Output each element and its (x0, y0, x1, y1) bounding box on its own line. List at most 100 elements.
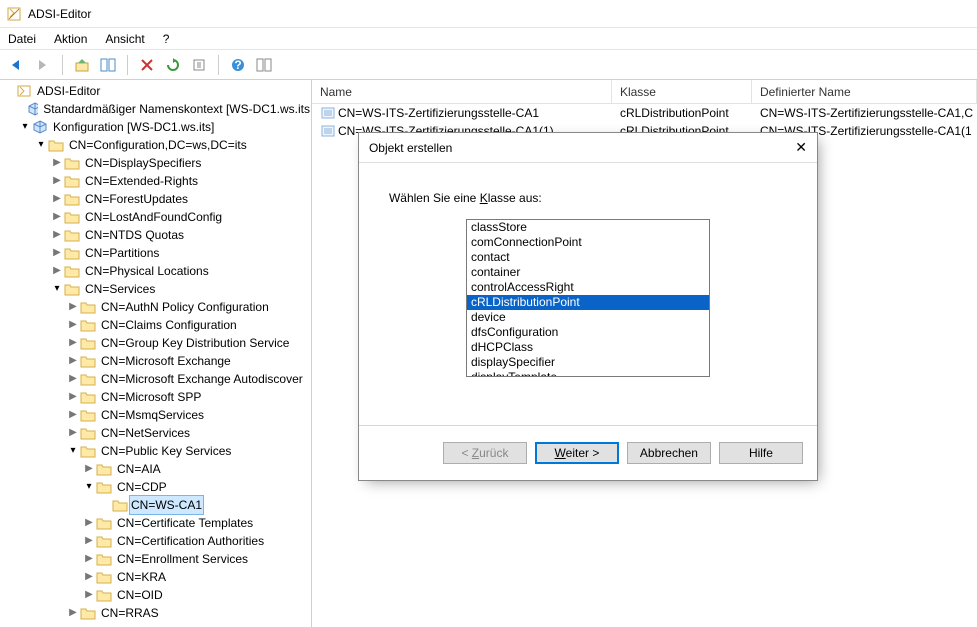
class-listbox[interactable]: classStorecomConnectionPointcontactconta… (466, 219, 710, 377)
list-row[interactable]: CN=WS-ITS-Zertifizierungsstelle-CA1cRLDi… (312, 104, 977, 122)
chevron-down-icon[interactable]: ▾ (82, 478, 96, 496)
nav-forward-button[interactable] (32, 54, 54, 76)
tree-label: CN=Configuration,DC=ws,DC=its (68, 136, 248, 154)
chevron-down-icon[interactable]: ▾ (66, 442, 80, 460)
tree-label: CN=Claims Configuration (100, 316, 238, 334)
class-option[interactable]: contact (467, 250, 709, 265)
cancel-button[interactable]: Abbrechen (627, 442, 711, 464)
tree-node-s_mexad[interactable]: ▶CN=Microsoft Exchange Autodiscover (0, 370, 311, 388)
tree-node-c_part[interactable]: ▶CN=Partitions (0, 244, 311, 262)
class-option[interactable]: container (467, 265, 709, 280)
tree-node-c_ntds[interactable]: ▶CN=NTDS Quotas (0, 226, 311, 244)
tree-node-s_rras[interactable]: ▶CN=RRAS (0, 604, 311, 622)
tree-node-c_svc[interactable]: ▾CN=Services (0, 280, 311, 298)
chevron-right-icon[interactable]: ▶ (66, 316, 80, 334)
tree-node-ctx2[interactable]: ▾Konfiguration [WS-DC1.ws.its] (0, 118, 311, 136)
class-option[interactable]: dfsConfiguration (467, 325, 709, 340)
tree-node-s_net[interactable]: ▶CN=NetServices (0, 424, 311, 442)
delete-button[interactable] (136, 54, 158, 76)
chevron-right-icon[interactable]: ▶ (82, 586, 96, 604)
chevron-right-icon[interactable]: ▶ (82, 550, 96, 568)
class-option[interactable]: cRLDistributionPoint (467, 295, 709, 310)
menu-view[interactable]: Ansicht (105, 32, 144, 46)
tree-node-p_wsca1[interactable]: CN=WS-CA1 (0, 496, 311, 514)
menu-help[interactable]: ? (163, 32, 170, 46)
chevron-right-icon[interactable]: ▶ (50, 208, 64, 226)
chevron-right-icon[interactable]: ▶ (66, 406, 80, 424)
tree-label: CN=DisplaySpecifiers (84, 154, 202, 172)
chevron-right-icon[interactable]: ▶ (66, 604, 80, 622)
tree-node-p_enroll[interactable]: ▶CN=Enrollment Services (0, 550, 311, 568)
class-option[interactable]: dHCPClass (467, 340, 709, 355)
col-class[interactable]: Klasse (612, 80, 752, 103)
class-option[interactable]: controlAccessRight (467, 280, 709, 295)
chevron-right-icon[interactable]: ▶ (50, 172, 64, 190)
refresh-button[interactable] (162, 54, 184, 76)
tree-label: CN=CDP (116, 478, 168, 496)
tree-node-s_spp[interactable]: ▶ CN=Microsoft SPP (0, 388, 311, 406)
class-option[interactable]: classStore (467, 220, 709, 235)
chevron-right-icon[interactable]: ▶ (50, 154, 64, 172)
chevron-right-icon[interactable]: ▶ (66, 298, 80, 316)
tree-node-s_msmq[interactable]: ▶CN=MsmqServices (0, 406, 311, 424)
tree-label: Standardmäßiger Namenskontext [WS-DC1.ws… (42, 100, 311, 118)
tree-node-c_forest[interactable]: ▶CN=ForestUpdates (0, 190, 311, 208)
help-button[interactable]: Hilfe (719, 442, 803, 464)
up-button[interactable] (71, 54, 93, 76)
tree-node-c_display[interactable]: ▶ CN=DisplaySpecifiers (0, 154, 311, 172)
tree-node-s_mex[interactable]: ▶CN=Microsoft Exchange (0, 352, 311, 370)
tree-node-p_kra[interactable]: ▶CN=KRA (0, 568, 311, 586)
tree-node-p_cdp[interactable]: ▾ CN=CDP (0, 478, 311, 496)
tree-node-p_oid[interactable]: ▶CN=OID (0, 586, 311, 604)
chevron-right-icon[interactable]: ▶ (82, 568, 96, 586)
chevron-right-icon[interactable]: ▶ (66, 424, 80, 442)
chevron-right-icon[interactable]: ▶ (50, 262, 64, 280)
chevron-right-icon[interactable]: ▶ (66, 334, 80, 352)
class-option[interactable]: device (467, 310, 709, 325)
chevron-right-icon[interactable]: ▶ (66, 352, 80, 370)
properties-button[interactable] (253, 54, 275, 76)
export-button[interactable] (188, 54, 210, 76)
class-option[interactable]: displaySpecifier (467, 355, 709, 370)
tree-node-ctx1[interactable]: Standardmäßiger Namenskontext [WS-DC1.ws… (0, 100, 311, 118)
chevron-right-icon[interactable]: ▶ (50, 244, 64, 262)
chevron-right-icon[interactable]: ▶ (66, 388, 80, 406)
tree-node-s_authn[interactable]: ▶CN=AuthN Policy Configuration (0, 298, 311, 316)
tree-node-p_certtpl[interactable]: ▶ CN=Certificate Templates (0, 514, 311, 532)
next-button[interactable]: Weiter > (535, 442, 619, 464)
app-icon (6, 6, 22, 22)
chevron-right-icon[interactable]: ▶ (66, 370, 80, 388)
tree-pane[interactable]: ADSI-EditorStandardmäßiger Namenskontext… (0, 80, 312, 627)
tree-node-cfg[interactable]: ▾ CN=Configuration,DC=ws,DC=its (0, 136, 311, 154)
class-option[interactable]: displayTemplate (467, 370, 709, 377)
chevron-right-icon[interactable]: ▶ (82, 460, 96, 478)
tree-node-p_certauth[interactable]: ▶CN=Certification Authorities (0, 532, 311, 550)
menu-file[interactable]: Datei (8, 32, 36, 46)
tree-label: CN=Certificate Templates (116, 514, 254, 532)
help-button[interactable]: ? (227, 54, 249, 76)
menu-action[interactable]: Aktion (54, 32, 87, 46)
tree-node-p_aia[interactable]: ▶CN=AIA (0, 460, 311, 478)
class-option[interactable]: comConnectionPoint (467, 235, 709, 250)
chevron-right-icon[interactable]: ▶ (82, 532, 96, 550)
tree-node-c_phys[interactable]: ▶CN=Physical Locations (0, 262, 311, 280)
chevron-right-icon[interactable]: ▶ (50, 226, 64, 244)
chevron-right-icon[interactable]: ▶ (82, 514, 96, 532)
tree-label: CN=Microsoft SPP (100, 388, 202, 406)
tree-node-s_gkds[interactable]: ▶CN=Group Key Distribution Service (0, 334, 311, 352)
chevron-down-icon[interactable]: ▾ (18, 118, 32, 136)
chevron-down-icon[interactable]: ▾ (34, 136, 48, 154)
chevron-right-icon[interactable]: ▶ (50, 190, 64, 208)
tree-node-c_ext[interactable]: ▶CN=Extended-Rights (0, 172, 311, 190)
tree-node-s_pks[interactable]: ▾CN=Public Key Services (0, 442, 311, 460)
col-name[interactable]: Name (312, 80, 612, 103)
col-dn[interactable]: Definierter Name (752, 80, 977, 103)
tree-label: ADSI-Editor (36, 82, 101, 100)
show-hide-tree-button[interactable] (97, 54, 119, 76)
close-icon[interactable]: ✕ (795, 139, 807, 156)
tree-node-c_lost[interactable]: ▶CN=LostAndFoundConfig (0, 208, 311, 226)
nav-back-button[interactable] (6, 54, 28, 76)
chevron-down-icon[interactable]: ▾ (50, 280, 64, 298)
tree-node-root[interactable]: ADSI-Editor (0, 82, 311, 100)
tree-node-s_claims[interactable]: ▶ CN=Claims Configuration (0, 316, 311, 334)
